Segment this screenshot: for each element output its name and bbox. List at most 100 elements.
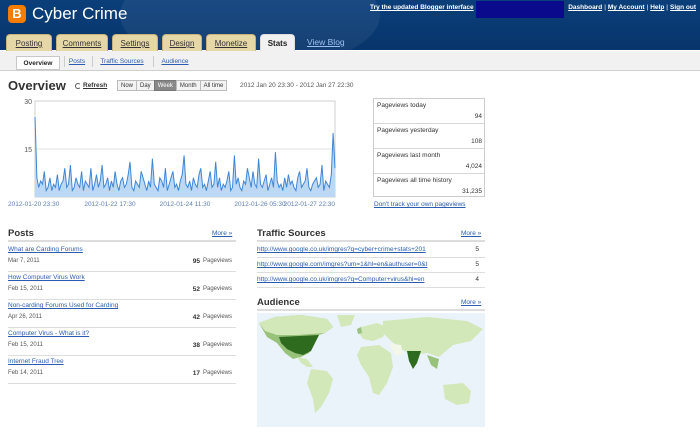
- post-unit: Pageviews: [202, 286, 232, 292]
- stat-value: 31,235: [462, 188, 482, 195]
- sign-out-link[interactable]: Sign out: [670, 4, 696, 11]
- audience-more-link[interactable]: More »: [461, 299, 481, 306]
- traffic-source-link[interactable]: http://www.google.co.uk/imgres?q=cyber+c…: [257, 246, 453, 253]
- tab-posting[interactable]: Posting: [6, 34, 52, 51]
- traffic-source-link[interactable]: http://www.google.co.uk/imgres?q=Compute…: [257, 276, 453, 283]
- dashboard-link[interactable]: Dashboard: [568, 4, 602, 11]
- section-divider: [257, 309, 485, 311]
- post-date: Apr 26, 2011: [8, 314, 42, 320]
- traffic-count: 5: [475, 246, 479, 253]
- subnav-divider: [153, 56, 154, 67]
- range-now-button[interactable]: Now: [117, 80, 138, 91]
- table-row: http://www.google.co.uk/imgres?q=cyber+c…: [257, 243, 485, 258]
- x-tick-label: 2012-01-20 23:30: [8, 201, 60, 208]
- refresh-link[interactable]: Refresh: [83, 82, 107, 89]
- stat-yesterday: Pageviews yesterday 108: [374, 124, 484, 149]
- subtab-posts[interactable]: Posts: [66, 55, 88, 68]
- x-tick-label: 2012-01-22 17:30: [84, 201, 136, 208]
- post-title-link[interactable]: Internet Fraud Tree: [8, 358, 64, 365]
- stat-label: Pageviews all time history: [377, 177, 452, 184]
- y-tick-label: 15: [24, 147, 32, 154]
- stat-label: Pageviews today: [377, 102, 427, 109]
- post-count: 42: [192, 314, 200, 321]
- my-account-link[interactable]: My Account: [608, 4, 645, 11]
- stat-label: Pageviews last month: [377, 152, 441, 159]
- list-item: Non-carding Forums Used for Carding Apr …: [8, 300, 236, 328]
- post-date: Feb 15, 2011: [8, 342, 43, 348]
- subtab-audience[interactable]: Audience: [157, 55, 193, 68]
- pageviews-chart[interactable]: 30 15 2012-01-20 23:30 2012-01-22 17:30 2012…: [0, 93, 370, 211]
- range-week-button[interactable]: Week: [153, 80, 177, 91]
- x-tick-label: 2012-01-26 05:30: [234, 201, 286, 208]
- posts-title: Posts: [8, 228, 34, 239]
- range-alltime-button[interactable]: All time: [199, 80, 228, 91]
- table-row: http://www.google.com/imgres?um=1&hl=en&…: [257, 258, 485, 273]
- tab-design[interactable]: Design: [162, 34, 202, 51]
- traffic-source-link[interactable]: http://www.google.com/imgres?um=1&hl=en&…: [257, 261, 453, 268]
- post-unit: Pageviews: [202, 314, 232, 320]
- stat-value: 108: [471, 138, 482, 145]
- help-link[interactable]: Help: [650, 4, 664, 11]
- post-title-link[interactable]: Computer Virus - What is it?: [8, 330, 89, 337]
- post-date: Mar 7, 2011: [8, 258, 40, 264]
- post-title-link[interactable]: Non-carding Forums Used for Carding: [8, 302, 118, 309]
- tab-stats[interactable]: Stats: [260, 34, 295, 52]
- overview-title: Overview: [8, 78, 66, 93]
- stat-label: Pageviews yesterday: [377, 127, 439, 134]
- stat-value: 4,024: [465, 163, 482, 170]
- list-item: Computer Virus - What is it? Feb 15, 201…: [8, 328, 236, 356]
- table-row: http://www.google.co.uk/imgres?q=Compute…: [257, 273, 485, 288]
- range-month-button[interactable]: Month: [175, 80, 201, 91]
- search-box[interactable]: [476, 1, 564, 18]
- view-blog-link[interactable]: View Blog: [307, 37, 345, 47]
- audience-world-map[interactable]: [257, 313, 485, 427]
- audience-title: Audience: [257, 297, 300, 308]
- stat-last-month: Pageviews last month 4,024: [374, 149, 484, 174]
- date-range: 2012 Jan 20 23:30 - 2012 Jan 27 22:30: [240, 82, 354, 89]
- subtab-traffic-sources[interactable]: Traffic Sources: [96, 55, 148, 68]
- y-tick-label: 30: [24, 99, 32, 106]
- tab-comments[interactable]: Comments: [56, 34, 108, 51]
- post-title-link[interactable]: What are Carding Forums: [8, 246, 83, 253]
- list-item: Internet Fraud Tree Feb 14, 2011 17 Page…: [8, 356, 236, 384]
- x-tick-label: 2012-01-24 11:30: [160, 201, 211, 208]
- blog-title: Cyber Crime: [32, 4, 128, 23]
- post-unit: Pageviews: [202, 370, 232, 376]
- range-day-button[interactable]: Day: [136, 80, 155, 91]
- post-unit: Pageviews: [202, 342, 232, 348]
- subnav-divider: [92, 56, 93, 67]
- dont-track-link[interactable]: Don't track your own pageviews: [374, 201, 466, 208]
- traffic-count: 5: [475, 261, 479, 268]
- subtab-overview[interactable]: Overview: [16, 56, 60, 70]
- list-item: How Computer Virus Work Feb 15, 2011 52 …: [8, 272, 236, 300]
- post-date: Feb 14, 2011: [8, 370, 43, 376]
- x-tick-label: 2012-01-27 22:30: [284, 201, 336, 208]
- post-count: 38: [192, 342, 200, 349]
- stats-subnav: Overview Posts Traffic Sources Audience: [0, 51, 700, 71]
- post-title-link[interactable]: How Computer Virus Work: [8, 274, 85, 281]
- section-divider: [257, 240, 485, 242]
- refresh-icon[interactable]: [75, 83, 81, 89]
- range-selector: Now Day Week Month All time: [117, 80, 228, 91]
- stat-today: Pageviews today 94: [374, 99, 484, 124]
- traffic-count: 4: [475, 276, 479, 283]
- try-updated-interface-link[interactable]: Try the updated Blogger interface: [370, 4, 474, 11]
- stat-value: 94: [474, 113, 482, 120]
- traffic-sources-title: Traffic Sources: [257, 228, 326, 239]
- post-date: Feb 15, 2011: [8, 286, 43, 292]
- subnav-divider: [64, 56, 65, 67]
- traffic-more-link[interactable]: More »: [461, 230, 481, 237]
- post-count: 52: [192, 286, 200, 293]
- posts-more-link[interactable]: More »: [212, 230, 232, 237]
- tab-settings[interactable]: Settings: [112, 34, 158, 51]
- list-item: What are Carding Forums Mar 7, 2011 95 P…: [8, 244, 236, 272]
- post-count: 17: [192, 370, 200, 377]
- tab-monetize[interactable]: Monetize: [206, 34, 256, 51]
- blogger-logo-icon[interactable]: B: [8, 5, 26, 23]
- account-links: Dashboard | My Account | Help | Sign out: [568, 4, 696, 11]
- post-unit: Pageviews: [202, 258, 232, 264]
- blogger-header: B Cyber Crime Try the updated Blogger in…: [0, 0, 700, 70]
- pageview-stats: Pageviews today 94 Pageviews yesterday 1…: [373, 98, 485, 197]
- post-count: 95: [192, 258, 200, 265]
- stat-all-time: Pageviews all time history 31,235: [374, 174, 484, 199]
